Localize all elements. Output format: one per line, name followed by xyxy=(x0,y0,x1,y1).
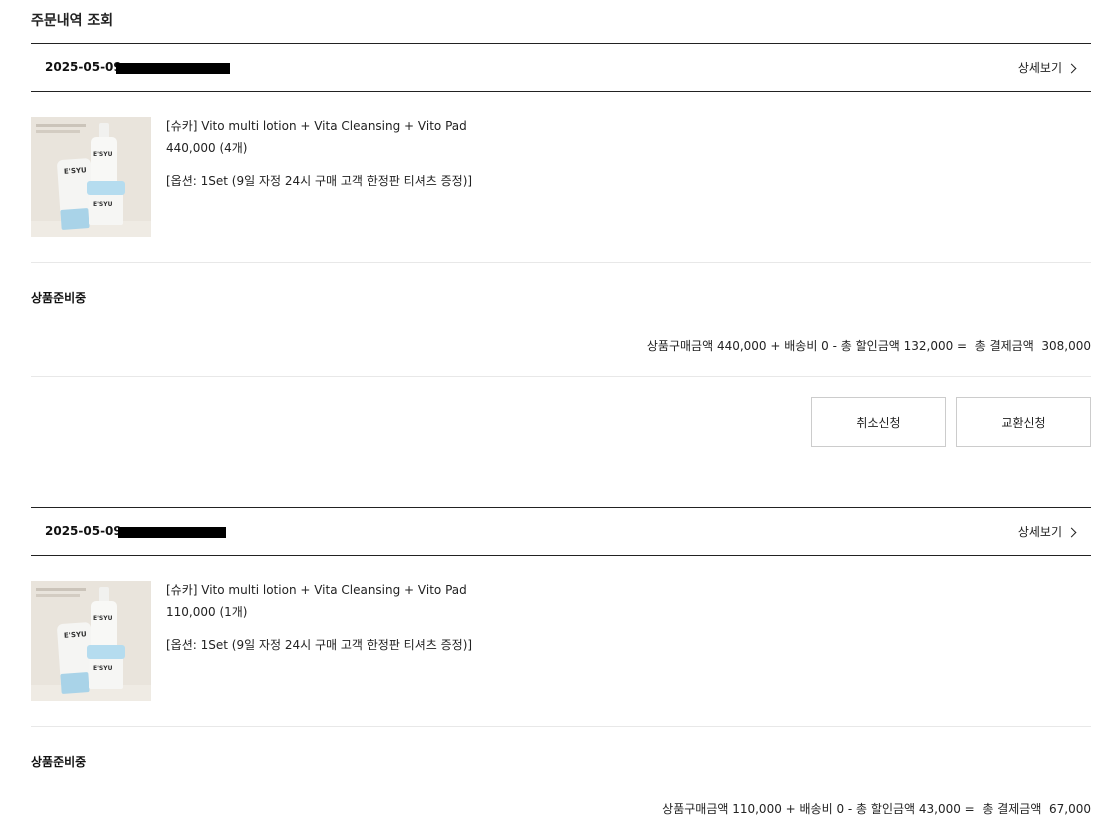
thumb-brand-text: E'SYU xyxy=(93,201,113,208)
product-option: [옵션: 1Set (9일 자정 24시 구매 고객 한정판 티셔츠 증정)] xyxy=(166,638,473,652)
product-option: [옵션: 1Set (9일 자정 24시 구매 고객 한정판 티셔츠 증정)] xyxy=(166,174,473,188)
thumb-brand-text: E'SYU xyxy=(93,665,113,672)
order-status: 상품준비중 xyxy=(31,755,87,769)
product-thumbnail[interactable]: E'SYU E'SYU E'SYU xyxy=(31,581,151,701)
product-price: 440,000 (4개) xyxy=(166,141,248,155)
product-price: 110,000 (1개) xyxy=(166,605,248,619)
order-card: 2025-05-09 상세보기 E'SYU E'SYU E'SYU [슈카] V… xyxy=(31,43,1091,453)
cancel-request-button[interactable]: 취소신청 xyxy=(811,397,946,447)
thumb-brand-text: E'SYU xyxy=(93,615,113,622)
order-status: 상품준비중 xyxy=(31,291,87,305)
product-info: [슈카] Vito multi lotion + Vita Cleansing … xyxy=(166,117,472,190)
thumb-brand-text: E'SYU xyxy=(63,166,87,176)
product-name[interactable]: [슈카] Vito multi lotion + Vita Cleansing … xyxy=(166,117,472,135)
detail-view-label: 상세보기 xyxy=(1017,61,1062,75)
order-header: 2025-05-09 상세보기 xyxy=(31,43,1091,92)
product-info: [슈카] Vito multi lotion + Vita Cleansing … xyxy=(166,581,472,654)
order-date: 2025-05-09 xyxy=(45,60,122,74)
order-date: 2025-05-09 xyxy=(45,524,122,538)
order-product: E'SYU E'SYU E'SYU [슈카] Vito multi lotion… xyxy=(31,92,1091,263)
product-thumbnail[interactable]: E'SYU E'SYU E'SYU xyxy=(31,117,151,237)
payment-summary: 상품구매금액 440,000 + 배송비 0 - 총 할인금액 132,000 … xyxy=(646,339,1091,353)
product-name[interactable]: [슈카] Vito multi lotion + Vita Cleansing … xyxy=(166,581,472,599)
divider xyxy=(31,376,1091,377)
page-title: 주문내역 조회 xyxy=(31,13,114,29)
order-number-redacted xyxy=(118,527,226,538)
order-product: E'SYU E'SYU E'SYU [슈카] Vito multi lotion… xyxy=(31,556,1091,727)
detail-view-link[interactable]: 상세보기 xyxy=(1017,59,1077,76)
order-header: 2025-05-09 상세보기 xyxy=(31,507,1091,556)
thumb-brand-text: E'SYU xyxy=(93,151,113,158)
thumb-brand-text: E'SYU xyxy=(63,630,87,640)
order-card: 2025-05-09 상세보기 E'SYU E'SYU E'SYU [슈카] V… xyxy=(31,507,1091,826)
detail-view-label: 상세보기 xyxy=(1017,525,1062,539)
payment-summary: 상품구매금액 110,000 + 배송비 0 - 총 할인금액 43,000 =… xyxy=(662,802,1091,816)
order-number-redacted xyxy=(116,63,230,74)
detail-view-link[interactable]: 상세보기 xyxy=(1017,523,1077,540)
chevron-right-icon xyxy=(1066,527,1077,537)
chevron-right-icon xyxy=(1066,63,1077,73)
exchange-request-button[interactable]: 교환신청 xyxy=(956,397,1091,447)
